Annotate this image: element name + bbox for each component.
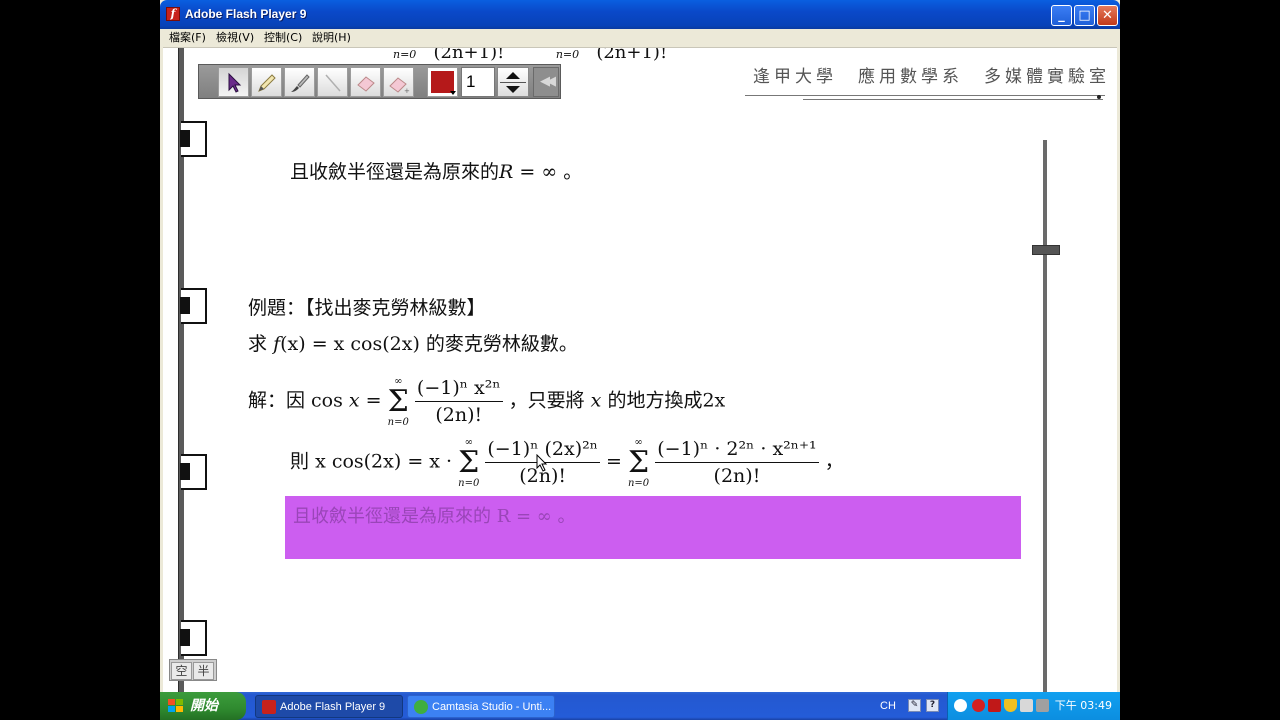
scroll-thumb[interactable] bbox=[1032, 245, 1060, 255]
flash-icon: f bbox=[166, 7, 180, 21]
scroll-track[interactable] bbox=[1043, 140, 1047, 692]
taskbar: 開始 Adobe Flash Player 9 Camtasia Studio … bbox=[160, 692, 1120, 720]
solution-line: 解：因 cos x = ∞ Σ n=0 (−1)ⁿ x²ⁿ (2n)! ，只要將… bbox=[248, 375, 726, 428]
step-up-icon[interactable] bbox=[506, 72, 520, 79]
sigma-symbol: ∞ Σ n=0 bbox=[458, 436, 480, 489]
series-fraction: (−1)ⁿ x²ⁿ (2n)! bbox=[414, 377, 503, 426]
radius-statement: 且收斂半徑還是為原來的R = ∞ 。 bbox=[290, 161, 583, 183]
pen-color bbox=[431, 71, 454, 93]
start-button[interactable]: 開始 bbox=[160, 692, 246, 720]
ime-right[interactable]: 半 bbox=[193, 662, 214, 680]
example-title: 例題：【找出麥克勞林級數】 bbox=[248, 297, 486, 319]
page-number-field[interactable]: 1 bbox=[461, 67, 495, 97]
close-button[interactable]: ✕ bbox=[1097, 5, 1118, 26]
maximize-button[interactable]: □ bbox=[1074, 5, 1095, 26]
pencil-icon bbox=[258, 74, 276, 92]
rewind-button[interactable]: ◀◀ bbox=[533, 67, 559, 97]
brush-tool[interactable] bbox=[284, 67, 315, 97]
antivirus-icon[interactable] bbox=[988, 699, 1001, 712]
task-camtasia[interactable]: Camtasia Studio - Unti... bbox=[407, 695, 555, 718]
task-flash-player[interactable]: Adobe Flash Player 9 bbox=[255, 695, 403, 718]
lab-header: 逢甲大學 應用數學系 多媒體實驗室 bbox=[753, 67, 1110, 87]
binder-ring bbox=[180, 288, 207, 324]
eraser-tool[interactable] bbox=[350, 67, 381, 97]
highlight-text: 且收斂半徑還是為原來的 R = ∞ 。 bbox=[293, 506, 576, 527]
arrow-icon bbox=[228, 72, 242, 93]
svg-text:+: + bbox=[404, 87, 410, 95]
sigma-symbol: ∞ Σ n=0 bbox=[387, 375, 409, 428]
problem-statement: 求 f(x) = x cos(2x) 的麥克勞林級數。 bbox=[248, 333, 578, 355]
camtasia-icon bbox=[414, 700, 428, 714]
title-bar[interactable]: f Adobe Flash Player 9 _ □ ✕ bbox=[160, 0, 1120, 29]
flash-stage[interactable]: + 1 ◀◀ 逢甲大學 應用數學系 多媒體實驗室 n=0 (2n+1)! n=0… bbox=[163, 48, 1117, 692]
line-tool[interactable] bbox=[317, 67, 348, 97]
series-fraction: (−1)ⁿ · 2²ⁿ · x²ⁿ⁺¹ (2n)! bbox=[655, 438, 819, 487]
menu-file[interactable]: 檔案(F) bbox=[169, 31, 206, 45]
pencil-tool[interactable] bbox=[251, 67, 282, 97]
menu-help[interactable]: 說明(H) bbox=[312, 31, 351, 45]
eraser-plus-icon: + bbox=[389, 77, 410, 95]
shield-icon[interactable] bbox=[1004, 699, 1017, 712]
step-down-icon[interactable] bbox=[506, 86, 520, 93]
page-stepper[interactable] bbox=[497, 67, 529, 97]
binder-ring bbox=[180, 454, 207, 490]
ime-icon[interactable]: ✎ bbox=[908, 699, 921, 712]
clear-eraser-tool[interactable]: + bbox=[383, 67, 414, 97]
language-indicator[interactable]: CH bbox=[880, 692, 896, 720]
menu-view[interactable]: 檢視(V) bbox=[216, 31, 254, 45]
line-icon bbox=[325, 74, 341, 92]
back-arrow-icon[interactable] bbox=[954, 699, 967, 712]
help-icon[interactable]: ? bbox=[926, 699, 939, 712]
ime-left[interactable]: 空 bbox=[171, 662, 192, 680]
cropped-equation-line: n=0 (2n+1)! n=0 (2n+1)! bbox=[393, 48, 668, 63]
network-icon[interactable] bbox=[1020, 699, 1033, 712]
flash-player-window: f Adobe Flash Player 9 _ □ ✕ 檔案(F) 檢視(V)… bbox=[160, 0, 1120, 692]
menu-control[interactable]: 控制(C) bbox=[264, 31, 302, 45]
derivation-line: 則 x cos(2x) = x · ∞ Σ n=0 (−1)ⁿ (2x)²ⁿ (… bbox=[290, 436, 844, 489]
system-tray: 下午 03:49 bbox=[947, 692, 1120, 720]
flash-icon bbox=[262, 700, 276, 714]
eraser-icon bbox=[357, 76, 375, 92]
pen-color-picker[interactable] bbox=[427, 67, 458, 97]
record-icon[interactable] bbox=[972, 699, 985, 712]
start-label: 開始 bbox=[190, 698, 218, 714]
speaker-icon[interactable] bbox=[1036, 699, 1049, 712]
sigma-symbol: ∞ Σ n=0 bbox=[627, 436, 650, 489]
clock[interactable]: 下午 03:49 bbox=[1055, 692, 1112, 720]
windows-flag-icon bbox=[168, 699, 184, 713]
mouse-cursor-icon bbox=[536, 454, 548, 472]
arrow-tool[interactable] bbox=[218, 67, 249, 97]
menu-bar: 檔案(F) 檢視(V) 控制(C) 說明(H) bbox=[163, 29, 1117, 48]
window-title: Adobe Flash Player 9 bbox=[185, 7, 307, 21]
chevron-down-icon bbox=[450, 91, 456, 95]
drawing-toolbar: + 1 ◀◀ bbox=[198, 64, 561, 99]
ime-indicator[interactable]: 空半 bbox=[169, 659, 217, 681]
minimize-button[interactable]: _ bbox=[1051, 5, 1072, 26]
brush-icon bbox=[291, 74, 310, 92]
binder-ring bbox=[180, 620, 207, 656]
binder-ring bbox=[180, 121, 207, 157]
